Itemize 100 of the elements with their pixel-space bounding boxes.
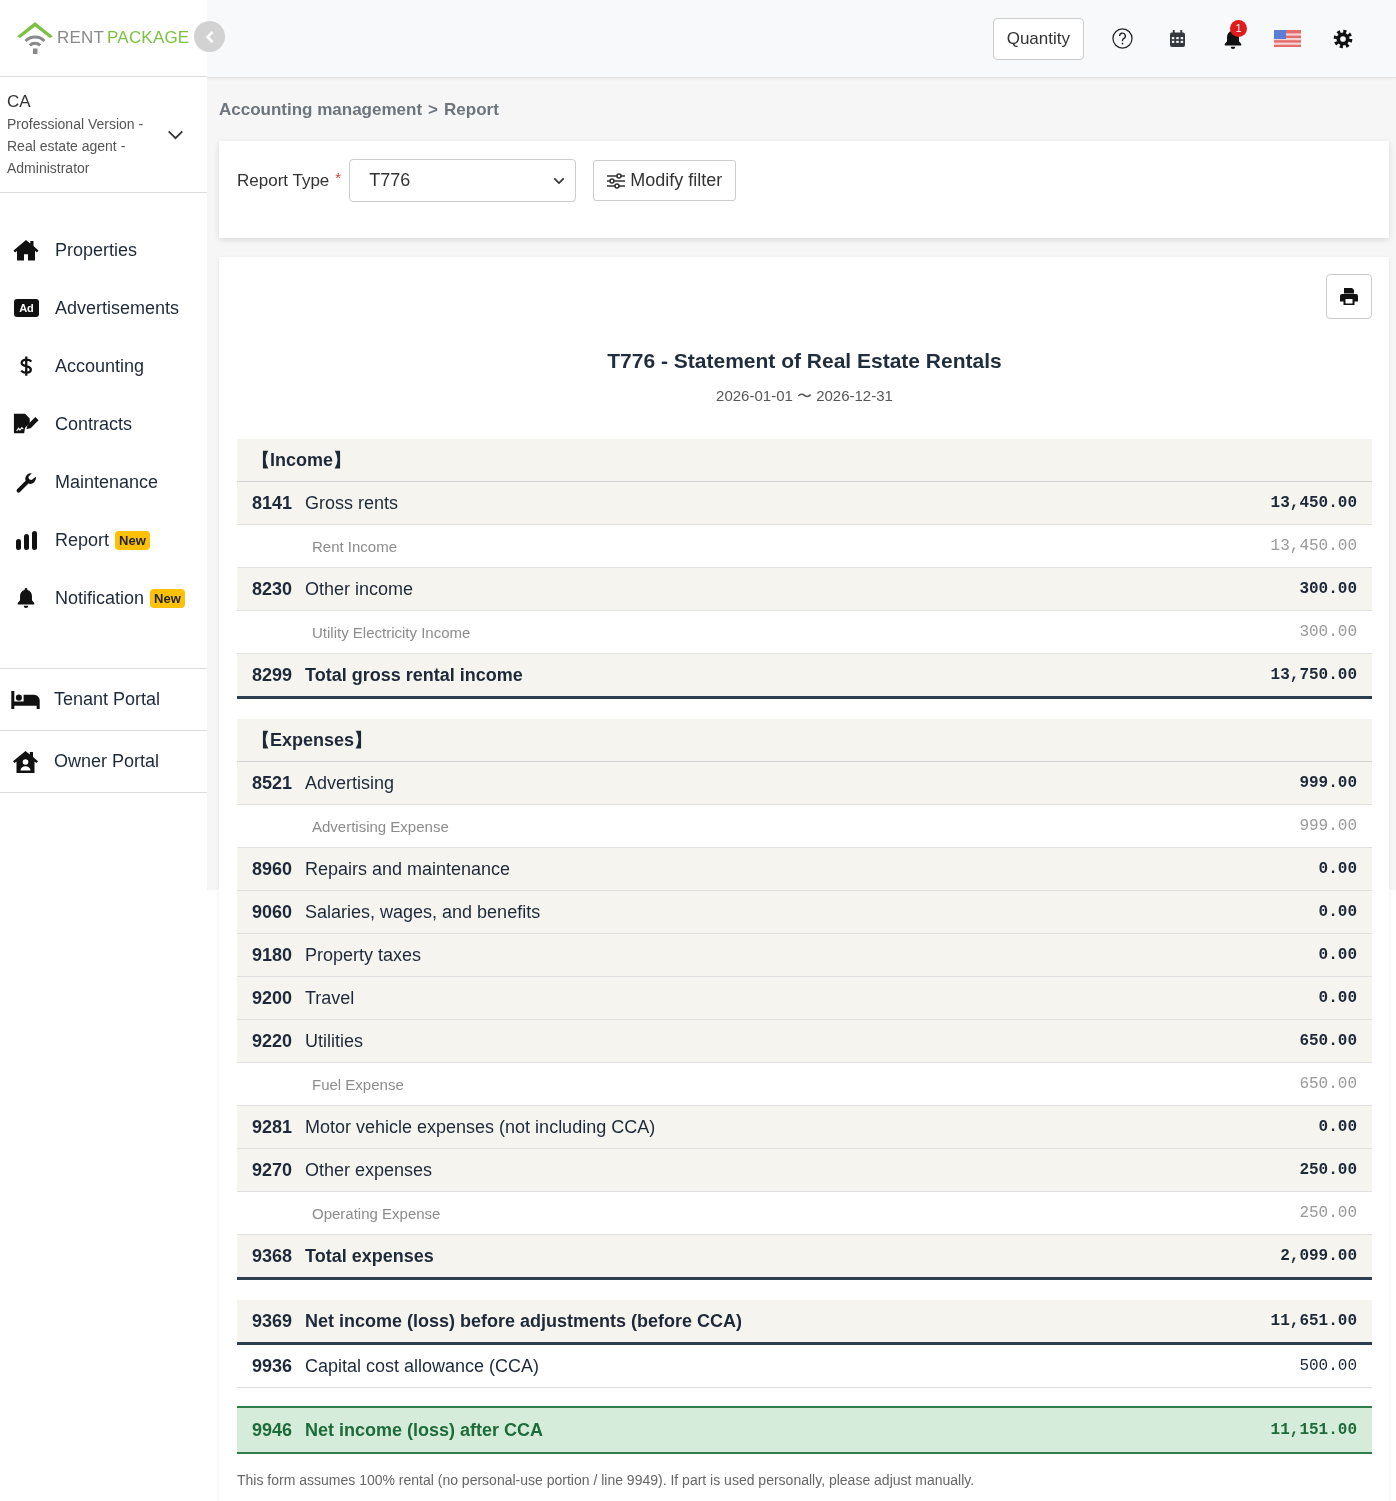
- account-name: Gross rents: [305, 492, 399, 514]
- amount: 250.00: [1299, 1161, 1357, 1179]
- breadcrumb-link[interactable]: Accounting management: [219, 100, 423, 119]
- nav-link[interactable]: Accounting: [55, 355, 145, 377]
- detail-name: Advertising Expense: [312, 817, 449, 835]
- account-code: 9060: [252, 901, 294, 923]
- report-title: T776 - Statement of Real Estate Rentals: [607, 348, 1002, 374]
- account-name: Total gross rental income: [305, 664, 523, 686]
- account-code: 9936: [252, 1355, 294, 1377]
- account-name: Salaries, wages, and benefits: [305, 901, 541, 923]
- report-type-select[interactable]: T776: [349, 159, 577, 202]
- flag-icon[interactable]: [1274, 30, 1301, 47]
- detail-amount: 13,450.00: [1270, 537, 1357, 555]
- account-name: Advertising: [305, 772, 395, 794]
- account-name: Travel: [305, 987, 355, 1009]
- account-code: 9369: [252, 1310, 294, 1332]
- account-name: Repairs and maintenance: [305, 858, 511, 880]
- account-code: 8521: [252, 772, 294, 794]
- section-heading: 【Income】: [252, 449, 352, 472]
- account-code: 9200: [252, 987, 294, 1009]
- modify-filter-button[interactable]: Modify filter: [593, 160, 737, 201]
- amount: 0.00: [1318, 1118, 1357, 1136]
- printer-icon: [1340, 288, 1358, 305]
- amount: 11,151.00: [1270, 1421, 1357, 1439]
- dollar-icon: [19, 355, 33, 377]
- chevron-left-icon: [204, 29, 215, 44]
- amount: 0.00: [1318, 860, 1357, 878]
- account-name: Total expenses: [305, 1245, 434, 1267]
- chevron-down-icon[interactable]: [167, 130, 184, 140]
- account-role: Professional Version - Real estate agent - Administrator: [7, 115, 145, 178]
- detail-name: Operating Expense: [312, 1204, 441, 1222]
- amount: 0.00: [1318, 946, 1357, 964]
- settings-icon[interactable]: [1332, 28, 1353, 49]
- account-code: 8960: [252, 858, 294, 880]
- account-code: 9946: [252, 1419, 294, 1441]
- portal-link[interactable]: Tenant Portal: [54, 689, 161, 710]
- amount: 13,750.00: [1270, 666, 1357, 684]
- account-code: 9270: [252, 1159, 294, 1181]
- nav-link[interactable]: Advertisements: [55, 297, 180, 319]
- new-badge: New: [115, 530, 150, 550]
- detail-name: Fuel Expense: [312, 1075, 404, 1093]
- logo-icon: [17, 21, 53, 55]
- detail-amount: 300.00: [1299, 623, 1357, 641]
- detail-name: Utility Electricity Income: [312, 623, 471, 641]
- amount: 13,450.00: [1270, 494, 1357, 512]
- nav-link[interactable]: Contracts: [55, 413, 133, 435]
- contract-icon: [13, 412, 39, 436]
- amount: 500.00: [1299, 1357, 1357, 1375]
- help-icon[interactable]: [1112, 28, 1133, 49]
- amount: 0.00: [1318, 989, 1357, 1007]
- new-badge: New: [150, 588, 185, 608]
- account-code: 8141: [252, 492, 294, 514]
- amount: 0.00: [1318, 903, 1357, 921]
- wrench-icon: [15, 471, 37, 493]
- account-name: Utilities: [305, 1030, 363, 1052]
- detail-name: Rent Income: [312, 537, 398, 555]
- account-name: Capital cost allowance (CCA): [305, 1355, 540, 1377]
- breadcrumb-separator: >: [428, 100, 439, 119]
- amount: 999.00: [1299, 774, 1357, 792]
- calendar-icon[interactable]: [1170, 30, 1185, 47]
- account-code: 9220: [252, 1030, 294, 1052]
- amount: 650.00: [1299, 1032, 1357, 1050]
- footnote: This form assumes 100% rental (no personal-use portion / line 9949). If part is used personally, please adjust manually.: [237, 1471, 975, 1489]
- report-period: 2026-01-01 〜 2026-12-31: [716, 387, 893, 405]
- print-button[interactable]: [1326, 274, 1372, 319]
- account-code: 9368: [252, 1245, 294, 1267]
- detail-amount: 650.00: [1299, 1075, 1357, 1093]
- nav-link[interactable]: Maintenance: [55, 471, 159, 493]
- account-code: 9180: [252, 944, 294, 966]
- brand-name: RENT PACKAGE: [57, 28, 190, 48]
- section-heading: 【Expenses】: [252, 729, 373, 752]
- bell-icon: [16, 587, 36, 609]
- account-name: Net income (loss) after CCA: [305, 1419, 544, 1441]
- nav-link[interactable]: Notification: [55, 587, 145, 609]
- region-label: CA: [7, 91, 32, 113]
- account-name: Property taxes: [305, 944, 422, 966]
- bed-icon: [11, 690, 40, 709]
- account-name: Other income: [305, 578, 414, 600]
- sliders-icon: [607, 172, 626, 189]
- account-name: Motor vehicle expenses (not including CCA): [305, 1116, 656, 1138]
- account-code: 8299: [252, 664, 294, 686]
- amount: 11,651.00: [1270, 1312, 1357, 1330]
- nav-link[interactable]: Report: [55, 529, 110, 551]
- detail-amount: 250.00: [1299, 1204, 1357, 1222]
- account-code: 9281: [252, 1116, 294, 1138]
- account-name: Other expenses: [305, 1159, 433, 1181]
- home-icon: [13, 239, 39, 261]
- quantity-button[interactable]: Quantity: [992, 17, 1084, 60]
- required-mark: *: [335, 169, 342, 186]
- field-label: Report Type: [237, 170, 330, 191]
- amount: 2,099.00: [1280, 1247, 1357, 1265]
- account-name: Net income (loss) before adjustments (before CCA): [305, 1310, 743, 1332]
- amount: 300.00: [1299, 580, 1357, 598]
- detail-amount: 999.00: [1299, 817, 1357, 835]
- account-code: 8230: [252, 578, 294, 600]
- notification-count: 1: [1230, 19, 1247, 37]
- nav-link[interactable]: Properties: [55, 239, 138, 261]
- breadcrumb-current: Report: [444, 100, 499, 119]
- bar-chart-icon: [15, 530, 37, 550]
- portal-link[interactable]: Owner Portal: [54, 751, 160, 772]
